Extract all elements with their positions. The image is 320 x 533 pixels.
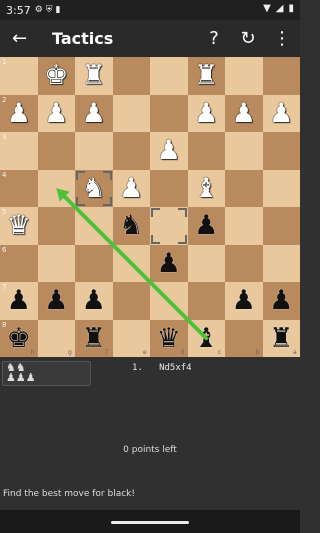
white-pawn[interactable]: ♟ <box>150 132 188 170</box>
help-icon[interactable]: ? <box>204 28 224 49</box>
rank-label: 1 <box>2 58 7 66</box>
file-label: e <box>143 349 147 356</box>
black-pawn[interactable]: ♟ <box>75 282 113 320</box>
task-prompt: Find the best move for black! <box>3 489 135 499</box>
points-left: 0 points left <box>123 445 177 455</box>
black-pawn[interactable]: ♟ <box>0 282 38 320</box>
board-square[interactable] <box>75 132 113 170</box>
board-square[interactable] <box>187 132 225 170</box>
black-bishop[interactable]: ♝ <box>188 320 226 358</box>
white-knight[interactable]: ♞ <box>75 170 113 208</box>
white-pawn[interactable]: ♟ <box>75 95 113 133</box>
board-square[interactable] <box>225 132 263 170</box>
chess-board[interactable]: 1 2 3 4 5 6 7 8 h g f e d c b a ♚ ♜ ♜ ♟ ♟ ♟ ♟ ♟ ♟ ♟ ♞ ♟ ♝ ♛ ♞ ♟ ♟ ♟ ♟ ♟ ♟ ♟ ♚ ♜… <box>0 57 300 357</box>
board-square[interactable] <box>150 169 188 207</box>
page-title: Tactics <box>52 29 114 48</box>
board-square[interactable] <box>75 207 113 245</box>
white-rook[interactable]: ♜ <box>75 57 113 95</box>
sim-icon: ▮ <box>55 5 61 15</box>
white-queen[interactable]: ♛ <box>0 207 38 245</box>
black-pawn[interactable]: ♟ <box>38 282 76 320</box>
white-pawn[interactable]: ♟ <box>225 95 263 133</box>
black-pawn[interactable]: ♟ <box>263 282 301 320</box>
black-knight[interactable]: ♞ <box>113 207 151 245</box>
battery-icon: ▮ <box>288 3 294 14</box>
black-king[interactable]: ♚ <box>0 320 38 358</box>
home-handle[interactable] <box>111 521 189 524</box>
board-square[interactable] <box>37 244 75 282</box>
white-pawn[interactable]: ♟ <box>188 95 226 133</box>
white-pawn[interactable]: ♟ <box>38 95 76 133</box>
board-square[interactable] <box>150 57 188 95</box>
board-square[interactable] <box>150 94 188 132</box>
white-pawn[interactable]: ♟ <box>263 95 301 133</box>
navigation-bar <box>0 510 300 533</box>
board-square[interactable] <box>150 282 188 320</box>
move-list: 1. Nd5xf4 <box>132 363 192 373</box>
board-square[interactable] <box>225 169 263 207</box>
white-pawn[interactable]: ♟ <box>113 170 151 208</box>
white-pawn[interactable]: ♟ <box>0 95 38 133</box>
board-square[interactable] <box>112 282 150 320</box>
rank-label: 4 <box>2 170 7 179</box>
signal-icon: ◢ <box>275 3 284 14</box>
retry-icon[interactable]: ↻ <box>238 28 258 49</box>
shield-icon: ⛨ <box>45 5 53 15</box>
black-pawn[interactable]: ♟ <box>188 207 226 245</box>
board-square[interactable] <box>112 57 150 95</box>
status-bar: 3:57 ⚙ ⛨ ▮ ▼ ◢ ▮ <box>0 0 300 20</box>
board-square[interactable] <box>262 57 300 95</box>
file-label: g <box>68 349 72 356</box>
board-square[interactable] <box>37 132 75 170</box>
white-rook[interactable]: ♜ <box>188 57 226 95</box>
black-pawn[interactable]: ♟ <box>150 245 188 283</box>
rank-label: 6 <box>2 245 7 254</box>
black-rook[interactable]: ♜ <box>263 320 301 358</box>
board-square[interactable] <box>262 207 300 245</box>
white-bishop[interactable]: ♝ <box>188 170 226 208</box>
rank-label: 3 <box>2 133 7 141</box>
board-square[interactable] <box>187 244 225 282</box>
board-square[interactable] <box>112 94 150 132</box>
board-square[interactable] <box>112 132 150 170</box>
board-square[interactable] <box>262 132 300 170</box>
captured-pieces-panel: ♞♞ ♟♟♟ <box>2 361 91 386</box>
board-square[interactable] <box>37 169 75 207</box>
black-queen[interactable]: ♛ <box>150 320 188 358</box>
board-square[interactable] <box>262 169 300 207</box>
board-square[interactable] <box>225 244 263 282</box>
more-options-icon[interactable]: ⋮ <box>272 28 292 49</box>
settings-icon: ⚙ <box>34 5 43 15</box>
back-arrow-icon[interactable]: ← <box>12 28 32 49</box>
last-move-marker <box>150 207 188 245</box>
white-king[interactable]: ♚ <box>38 57 76 95</box>
black-pawn[interactable]: ♟ <box>225 282 263 320</box>
wifi-icon: ▼ <box>263 3 271 14</box>
board-square[interactable] <box>262 244 300 282</box>
board-square[interactable] <box>112 244 150 282</box>
board-square[interactable] <box>225 207 263 245</box>
captured-pieces: ♞♞ ♟♟♟ <box>6 361 36 384</box>
status-time: 3:57 <box>6 3 31 17</box>
app-bar: ← Tactics ? ↻ ⋮ <box>0 20 300 57</box>
file-label: b <box>255 349 260 356</box>
board-square[interactable] <box>37 207 75 245</box>
board-square[interactable] <box>75 244 113 282</box>
black-rook[interactable]: ♜ <box>75 320 113 358</box>
board-square[interactable] <box>225 57 263 95</box>
board-square[interactable] <box>187 282 225 320</box>
